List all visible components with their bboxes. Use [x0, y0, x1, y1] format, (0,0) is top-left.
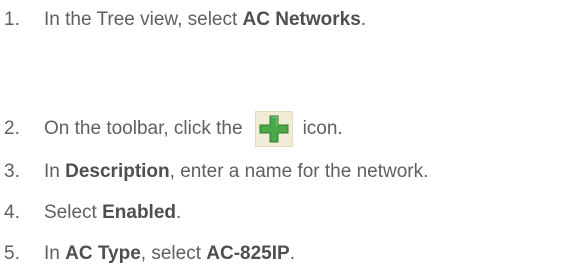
step-number: 1.	[4, 9, 20, 30]
step-number: 2.	[4, 118, 20, 139]
step-3: 3. In Description , enter a name for the…	[4, 160, 428, 184]
instruction-steps: 1. In the Tree view, select AC Networks …	[0, 0, 574, 274]
step-2: 2. On the toolbar, click the icon.	[4, 111, 343, 147]
step-bold-term: AC Type	[65, 243, 141, 264]
step-bold-term: Enabled	[102, 202, 176, 223]
step-text-end: .	[176, 202, 182, 223]
step-text: In	[44, 161, 66, 182]
step-number: 4.	[4, 202, 20, 223]
step-text-end: icon.	[302, 118, 343, 139]
step-5: 5. In AC Type , select AC-825IP .	[4, 242, 295, 266]
step-bold-term: AC Networks	[242, 9, 361, 30]
step-number: 5.	[4, 243, 20, 264]
step-4: 4. Select Enabled .	[4, 201, 181, 225]
step-text-end: .	[360, 9, 367, 30]
step-1: 1. In the Tree view, select AC Networks …	[4, 8, 366, 32]
step-text: On the toolbar, click the	[44, 118, 243, 139]
step-text-end: , enter a name for the network.	[169, 161, 429, 182]
step-text-end: .	[289, 243, 295, 264]
step-number: 3.	[4, 161, 20, 182]
step-text: Select	[44, 202, 103, 223]
green-plus-icon	[254, 111, 293, 147]
step-text-mid: , select	[140, 243, 207, 264]
step-text: In	[44, 243, 66, 264]
step-bold-term-2: AC-825IP	[206, 243, 290, 264]
step-bold-term: Description	[65, 161, 170, 182]
step-text: In the Tree view, select	[44, 9, 243, 30]
